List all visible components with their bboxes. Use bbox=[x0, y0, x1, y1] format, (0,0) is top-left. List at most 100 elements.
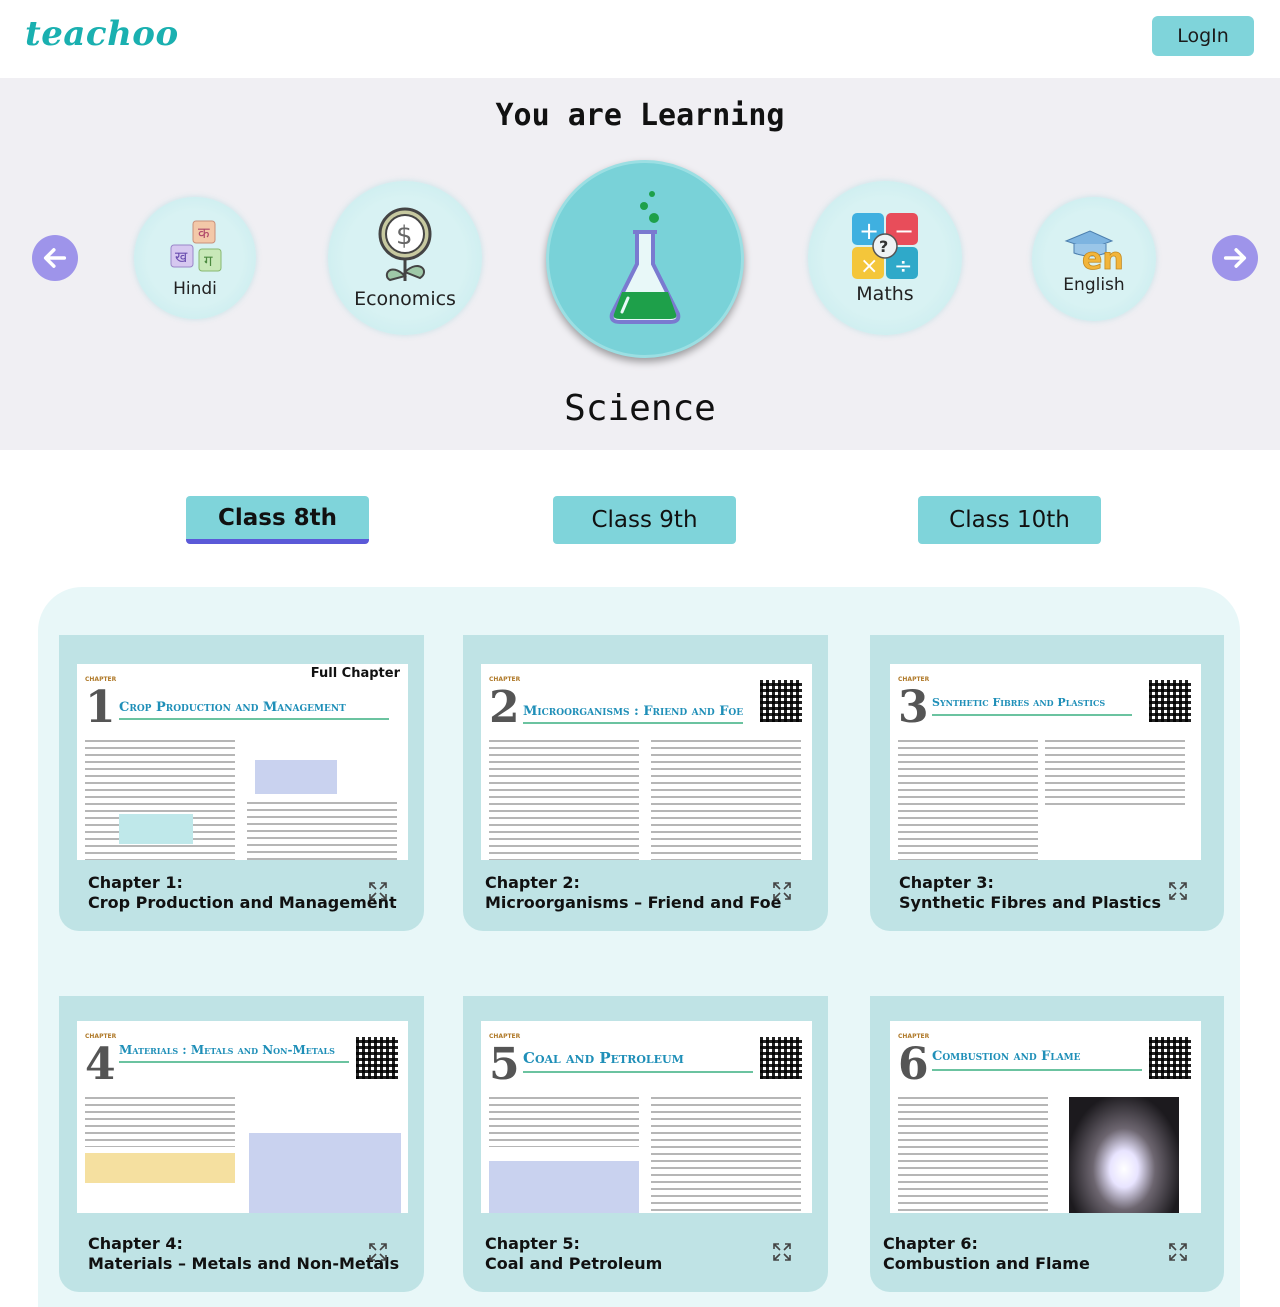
page-text bbox=[651, 1097, 801, 1213]
english-en-icon: en bbox=[1064, 230, 1124, 273]
chapter-number: 4 bbox=[85, 1039, 116, 1090]
expand-icon[interactable] bbox=[772, 881, 792, 901]
svg-text:?: ? bbox=[879, 237, 888, 256]
chapter-title: Materials – Metals and Non-Metals bbox=[88, 1254, 400, 1273]
subject-label: Hindi bbox=[173, 279, 217, 299]
page-text bbox=[247, 802, 397, 860]
chapter-card-5[interactable]: CHAPTER 5 Coal and Petroleum Chapter 5: … bbox=[463, 996, 828, 1292]
chapter-card-1[interactable]: CHAPTER 1 Full Chapter Crop Production a… bbox=[59, 635, 424, 931]
qr-code bbox=[1149, 1037, 1191, 1079]
page-text bbox=[85, 1097, 235, 1147]
chapter-number-label: Chapter 2: bbox=[485, 873, 580, 892]
heading-rule bbox=[523, 1071, 753, 1073]
candle-flame-photo bbox=[1069, 1097, 1179, 1213]
chapter-card-4[interactable]: CHAPTER 4 Materials : Metals and Non-Met… bbox=[59, 996, 424, 1292]
subject-english[interactable]: en English bbox=[1032, 197, 1156, 321]
svg-text:क: क bbox=[198, 224, 210, 242]
expand-icon[interactable] bbox=[772, 1242, 792, 1262]
page-heading: Coal and Petroleum bbox=[523, 1049, 684, 1067]
heading-rule bbox=[932, 714, 1132, 716]
qr-code bbox=[1149, 680, 1191, 722]
chapter-card-2[interactable]: CHAPTER 2 Microorganisms : Friend and Fo… bbox=[463, 635, 828, 931]
carousel-next-button[interactable] bbox=[1212, 235, 1258, 281]
flask-icon bbox=[609, 191, 681, 324]
subject-science-selected[interactable] bbox=[546, 160, 744, 358]
hindi-letters-icon: क ख ग bbox=[170, 220, 222, 272]
page-heading: Combustion and Flame bbox=[932, 1049, 1081, 1064]
table-header bbox=[85, 1153, 235, 1183]
page-text bbox=[1045, 740, 1185, 810]
expand-icon[interactable] bbox=[368, 1242, 388, 1262]
chapter-number-label: Chapter 5: bbox=[485, 1234, 580, 1253]
expand-icon[interactable] bbox=[368, 881, 388, 901]
subject-maths[interactable]: + − × ÷ ? Maths bbox=[808, 181, 962, 335]
svg-text:ख: ख bbox=[175, 248, 188, 266]
chapter-number-label: Chapter 3: bbox=[899, 873, 994, 892]
qr-code bbox=[760, 680, 802, 722]
activity-box bbox=[249, 1133, 401, 1213]
heading-rule bbox=[523, 722, 743, 724]
page-text bbox=[489, 1097, 639, 1147]
chapter-thumbnail: CHAPTER 4 Materials : Metals and Non-Met… bbox=[77, 1021, 408, 1213]
chapter-number-label: Chapter 1: bbox=[88, 873, 183, 892]
page-text bbox=[489, 740, 639, 860]
page-heading: Materials : Metals and Non-Metals bbox=[119, 1043, 335, 1057]
expand-icon[interactable] bbox=[1168, 1242, 1188, 1262]
chapter-thumbnail: CHAPTER 1 Full Chapter Crop Production a… bbox=[77, 664, 408, 860]
page-heading: Synthetic Fibres and Plastics bbox=[932, 696, 1106, 709]
teachoo-logo[interactable]: teachoo bbox=[25, 14, 179, 54]
full-chapter-badge: Full Chapter bbox=[310, 666, 400, 681]
chapter-title: Crop Production and Management bbox=[88, 893, 397, 912]
learning-heading: You are Learning bbox=[495, 98, 785, 133]
page-text bbox=[898, 740, 1038, 860]
subject-hindi[interactable]: क ख ग Hindi bbox=[134, 197, 256, 319]
chapter-number: 6 bbox=[898, 1039, 929, 1090]
chapter-thumbnail: CHAPTER 6 Combustion and Flame bbox=[890, 1021, 1201, 1213]
chapter-number: 1 bbox=[85, 682, 116, 733]
arrow-right-icon bbox=[1223, 248, 1247, 268]
chapter-thumbnail: CHAPTER 5 Coal and Petroleum bbox=[481, 1021, 812, 1213]
page-text bbox=[651, 740, 801, 860]
page-text bbox=[898, 1097, 1048, 1213]
page-heading: Crop Production and Management bbox=[119, 700, 346, 715]
subject-label: English bbox=[1063, 275, 1125, 295]
chapter-caption: Chapter 1: Crop Production and Managemen… bbox=[88, 873, 397, 913]
heading-rule bbox=[119, 718, 389, 720]
chapter-number-label: Chapter 6: bbox=[883, 1234, 978, 1253]
chapter-caption: Chapter 6: Combustion and Flame bbox=[883, 1234, 1090, 1274]
activity-box bbox=[489, 1161, 639, 1213]
subject-economics[interactable]: $ Economics bbox=[328, 181, 482, 335]
chapter-caption: Chapter 5: Coal and Petroleum bbox=[485, 1234, 662, 1274]
chapter-title: Combustion and Flame bbox=[883, 1254, 1090, 1273]
money-plant-icon: $ bbox=[378, 207, 432, 282]
chapter-number: 3 bbox=[898, 682, 929, 733]
chapter-title: Microorganisms – Friend and Foe bbox=[485, 893, 782, 912]
chapter-number: 5 bbox=[489, 1039, 520, 1090]
expand-icon[interactable] bbox=[1168, 881, 1188, 901]
svg-text:en: en bbox=[1082, 242, 1124, 273]
tab-class-9[interactable]: Class 9th bbox=[553, 496, 736, 544]
chapter-thumbnail: CHAPTER 2 Microorganisms : Friend and Fo… bbox=[481, 664, 812, 860]
chapter-caption: Chapter 4: Materials – Metals and Non-Me… bbox=[88, 1234, 399, 1274]
chapter-card-6[interactable]: CHAPTER 6 Combustion and Flame Chapter 6… bbox=[870, 996, 1224, 1292]
current-subject-name: Science bbox=[564, 388, 716, 429]
tab-class-8[interactable]: Class 8th bbox=[186, 496, 369, 544]
svg-text:ग: ग bbox=[204, 252, 213, 270]
chapter-title: Coal and Petroleum bbox=[485, 1254, 663, 1273]
note-box bbox=[119, 814, 193, 844]
carousel-prev-button[interactable] bbox=[32, 235, 78, 281]
chapter-card-3[interactable]: CHAPTER 3 Synthetic Fibres and Plastics … bbox=[870, 635, 1224, 931]
chapter-number-label: Chapter 4: bbox=[88, 1234, 183, 1253]
chapter-number: 2 bbox=[489, 682, 520, 733]
arrow-left-icon bbox=[43, 248, 67, 268]
svg-text:−: − bbox=[894, 217, 914, 245]
note-box bbox=[255, 760, 337, 794]
chapter-thumbnail: CHAPTER 3 Synthetic Fibres and Plastics bbox=[890, 664, 1201, 860]
chapter-caption: Chapter 3: Synthetic Fibres and Plastics bbox=[899, 873, 1161, 913]
login-button[interactable]: LogIn bbox=[1152, 16, 1254, 56]
page-heading: Microorganisms : Friend and Foe bbox=[523, 704, 744, 719]
subject-label: Economics bbox=[354, 288, 456, 310]
top-header: teachoo LogIn bbox=[0, 0, 1280, 78]
chapter-caption: Chapter 2: Microorganisms – Friend and F… bbox=[485, 873, 782, 913]
tab-class-10[interactable]: Class 10th bbox=[918, 496, 1101, 544]
